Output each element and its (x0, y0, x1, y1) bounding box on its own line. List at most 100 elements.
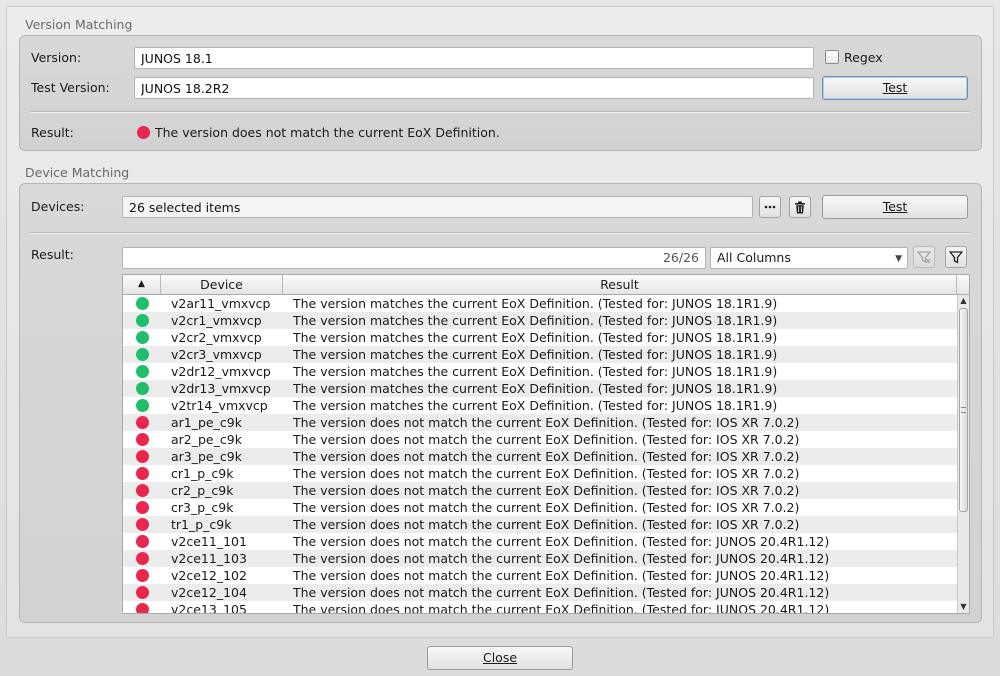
row-device-cell: cr2_p_c9k (171, 483, 234, 498)
column-header-device[interactable]: Device (161, 275, 283, 294)
device-separator (30, 232, 970, 234)
row-device-cell: v2dr12_vmxvcp (171, 364, 271, 379)
row-device-cell: cr1_p_c9k (171, 466, 234, 481)
version-result-status-icon (137, 126, 150, 139)
version-label: Version: (31, 50, 82, 65)
test-version-label: Test Version: (31, 80, 110, 95)
status-dot-icon (135, 518, 149, 531)
trash-icon[interactable] (789, 196, 811, 218)
row-status-cell (123, 414, 161, 431)
table-row[interactable]: v2cr2_vmxvcp The version matches the curr… (123, 329, 957, 346)
column-header-result[interactable]: Result (283, 275, 957, 294)
table-row[interactable]: v2cr3_vmxvcp The version matches the curr… (123, 346, 957, 363)
table-row[interactable]: v2ce11_103 The version does not match the… (123, 550, 957, 567)
device-test-button-label: Test (882, 199, 908, 214)
close-button[interactable]: Close (427, 646, 573, 670)
row-result-cell: The version does not match the current E… (293, 585, 830, 600)
row-status-cell (123, 329, 161, 346)
row-status-cell (123, 346, 161, 363)
status-dot-icon (135, 382, 149, 395)
table-row[interactable]: cr3_p_c9k The version does not match the … (123, 499, 957, 516)
row-result-cell: The version matches the current EoX Defi… (293, 330, 778, 345)
row-result-cell: The version does not match the current E… (293, 500, 800, 515)
row-result-cell: The version does not match the current E… (293, 517, 800, 532)
table-row[interactable]: cr2_p_c9k The version does not match the … (123, 482, 957, 499)
row-status-cell (123, 584, 161, 601)
filter-scope-select[interactable]: All Columns ▼ (710, 247, 908, 269)
filter-scope-value: All Columns (717, 250, 791, 265)
row-result-cell: The version matches the current EoX Defi… (293, 398, 778, 413)
table-header: ▲ Device Result (123, 275, 969, 295)
table-row[interactable]: v2dr12_vmxvcp The version matches the cur… (123, 363, 957, 380)
row-status-cell (123, 397, 161, 414)
row-status-cell (123, 567, 161, 584)
test-version-input[interactable] (134, 77, 814, 99)
row-result-cell: The version does not match the current E… (293, 602, 830, 613)
table-row[interactable]: ar3_pe_c9k The version does not match the… (123, 448, 957, 465)
status-dot-icon (135, 586, 149, 599)
row-result-cell: The version does not match the current E… (293, 483, 800, 498)
row-result-cell: The version does not match the current E… (293, 551, 830, 566)
row-status-cell (123, 363, 161, 380)
table-row[interactable]: v2ce12_102 The version does not match the… (123, 567, 957, 584)
row-device-cell: ar1_pe_c9k (171, 415, 242, 430)
device-result-label: Result: (31, 247, 74, 262)
row-result-cell: The version does not match the current E… (293, 534, 830, 549)
version-result-label: Result: (31, 125, 74, 140)
row-status-cell (123, 295, 161, 312)
grip-icon (961, 407, 966, 413)
row-status-cell (123, 533, 161, 550)
version-matching-title: Version Matching (25, 17, 133, 32)
table-row[interactable]: v2cr1_vmxvcp The version matches the curr… (123, 312, 957, 329)
row-status-cell (123, 312, 161, 329)
row-result-cell: The version does not match the current E… (293, 415, 800, 430)
row-status-cell (123, 516, 161, 533)
regex-checkbox[interactable] (825, 50, 839, 64)
clear-filter-icon[interactable] (913, 246, 935, 268)
row-device-cell: cr3_p_c9k (171, 500, 234, 515)
row-device-cell: v2ce11_101 (171, 534, 247, 549)
row-status-cell (123, 550, 161, 567)
filter-input[interactable]: 26/26 (122, 247, 706, 269)
status-dot-icon (135, 603, 149, 613)
scroll-up-icon[interactable]: ▲ (958, 295, 969, 307)
table-row[interactable]: tr1_p_c9k The version does not match the … (123, 516, 957, 533)
row-result-cell: The version matches the current EoX Defi… (293, 364, 778, 379)
status-dot-icon (135, 484, 149, 497)
row-device-cell: v2dr13_vmxvcp (171, 381, 271, 396)
table-row[interactable]: v2ce12_104 The version does not match the… (123, 584, 957, 601)
scrollbar-thumb[interactable] (959, 308, 968, 512)
row-device-cell: v2ce12_102 (171, 568, 247, 583)
row-device-cell: v2ce12_104 (171, 585, 247, 600)
status-dot-icon (135, 297, 149, 310)
table-body: v2ar11_vmxvcp The version matches the cur… (123, 295, 957, 613)
table-row[interactable]: v2ce13_105 The version does not match the… (123, 601, 957, 613)
row-status-cell (123, 499, 161, 516)
row-device-cell: ar2_pe_c9k (171, 432, 242, 447)
ellipsis-icon[interactable] (759, 196, 781, 218)
device-test-button[interactable]: Test (822, 195, 968, 219)
vertical-scrollbar[interactable]: ▲ ▼ (957, 295, 969, 613)
filter-count: 26/26 (662, 250, 699, 265)
status-dot-icon (135, 399, 149, 412)
devices-input[interactable] (122, 196, 753, 218)
version-test-button[interactable]: Test (822, 76, 968, 100)
table-row[interactable]: v2ar11_vmxvcp The version matches the cur… (123, 295, 957, 312)
row-result-cell: The version does not match the current E… (293, 432, 800, 447)
version-input[interactable] (134, 47, 814, 69)
scroll-down-icon[interactable]: ▼ (958, 601, 969, 613)
table-row[interactable]: v2ce11_101 The version does not match the… (123, 533, 957, 550)
status-dot-icon (135, 348, 149, 361)
table-row[interactable]: v2tr14_vmxvcp The version matches the cur… (123, 397, 957, 414)
table-row[interactable]: cr1_p_c9k The version does not match the … (123, 465, 957, 482)
status-dot-icon (135, 433, 149, 446)
row-device-cell: v2ce11_103 (171, 551, 247, 566)
row-device-cell: v2ar11_vmxvcp (171, 296, 271, 311)
filter-icon[interactable] (945, 246, 967, 268)
table-row[interactable]: ar1_pe_c9k The version does not match the… (123, 414, 957, 431)
version-separator (30, 111, 970, 113)
row-device-cell: v2ce13_105 (171, 602, 247, 613)
sort-status-header[interactable]: ▲ (123, 275, 161, 294)
table-row[interactable]: ar2_pe_c9k The version does not match the… (123, 431, 957, 448)
table-row[interactable]: v2dr13_vmxvcp The version matches the cur… (123, 380, 957, 397)
